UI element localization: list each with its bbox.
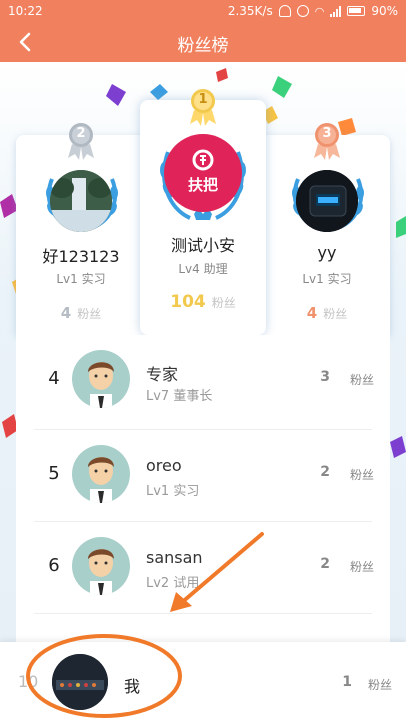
user-level: Lv2 试用 (146, 576, 200, 591)
network-speed: 2.35K/s (227, 4, 273, 18)
user-level: Lv7 董事长 (146, 389, 213, 404)
podium-fans-first: 104 粉丝 (140, 292, 266, 312)
my-fans-count: 1 (342, 674, 352, 690)
podium-name-third[interactable]: yy (270, 243, 384, 262)
user-name[interactable]: sansan (146, 548, 203, 567)
battery-level: 90% (371, 4, 398, 18)
wifi-icon: ◠ (314, 4, 325, 18)
waterfall-photo (50, 170, 112, 232)
status-bar: 10:22 2.35K/s ◠ 90% (0, 0, 406, 22)
default-avatar-icon (88, 549, 114, 595)
fans-unit: 粉丝 (211, 296, 236, 310)
fans-count: 4 (306, 304, 318, 322)
podium-name-first[interactable]: 测试小安 (140, 232, 266, 256)
list-item[interactable]: 6 sansan Lv2 试用 2 粉丝 (16, 522, 390, 614)
user-name[interactable]: 专家 (146, 361, 178, 385)
fans-count: 104 (170, 292, 206, 312)
medal-rank-1: 1 (198, 92, 208, 107)
list-item[interactable]: 5 oreo Lv1 实习 2 粉丝 (16, 430, 390, 522)
my-fans-unit: 粉丝 (367, 678, 392, 692)
rank-number: 5 (48, 463, 60, 484)
fans-unit: 粉丝 (349, 468, 374, 482)
app-header: 粉丝榜 (0, 22, 406, 62)
battery-icon (347, 6, 366, 16)
fans-unit: 粉丝 (349, 373, 374, 387)
fans-unit: 粉丝 (349, 560, 374, 574)
podium-fans-second: 4 粉丝 (24, 304, 138, 322)
watch-photo (296, 170, 358, 232)
ranking-list: 4 专家 Lv7 董事长 3 粉丝 5 oreo Lv1 实习 2 粉丝 6 s… (16, 335, 390, 655)
list-item[interactable]: 4 专家 Lv7 董事长 3 粉丝 (16, 335, 390, 427)
page-title: 粉丝榜 (177, 36, 229, 56)
status-icons: 2.35K/s ◠ 90% (228, 4, 398, 18)
alarm-icon (296, 5, 309, 17)
fans-unit: 粉丝 (77, 307, 102, 321)
divider (34, 613, 372, 614)
app-logo (192, 149, 214, 171)
signal-icon (330, 5, 342, 17)
my-rank-bar[interactable]: 10 我 1 粉丝 (0, 642, 406, 722)
avatar-third-place[interactable] (296, 170, 358, 232)
fans-count: 4 (60, 304, 72, 322)
user-level: Lv1 实习 (146, 484, 200, 499)
avatar[interactable] (72, 445, 130, 503)
fans-count: 3 (320, 369, 330, 385)
my-rank-number: 10 (18, 672, 39, 691)
avatar[interactable] (72, 537, 130, 595)
my-name: 我 (124, 677, 141, 696)
default-avatar-icon (88, 362, 114, 408)
fans-count: 2 (320, 556, 330, 572)
default-avatar-icon (88, 457, 114, 503)
logo-text: 扶把 (187, 176, 218, 194)
podium-level-third: Lv1 实习 (302, 272, 352, 286)
podium-fans-third: 4 粉丝 (270, 304, 384, 322)
avatar-second-place[interactable] (50, 170, 112, 232)
medal-rank-2: 2 (76, 126, 86, 141)
medal-rank-3: 3 (322, 126, 332, 141)
rank-number: 4 (48, 368, 60, 389)
my-avatar[interactable] (52, 654, 108, 710)
podium-level-second: Lv1 实习 (56, 272, 106, 286)
mute-icon (278, 5, 291, 17)
status-time: 10:22 (8, 4, 43, 18)
fans-unit: 粉丝 (323, 307, 348, 321)
my-avatar-photo (52, 654, 108, 710)
user-name[interactable]: oreo (146, 456, 182, 475)
avatar[interactable] (72, 350, 130, 408)
fans-count: 2 (320, 464, 330, 480)
avatar-first-place[interactable]: 扶把 (164, 134, 242, 212)
podium-level-first: Lv4 助理 (178, 262, 228, 276)
rank-number: 6 (48, 555, 60, 576)
podium-name-second[interactable]: 好123123 (24, 243, 138, 267)
